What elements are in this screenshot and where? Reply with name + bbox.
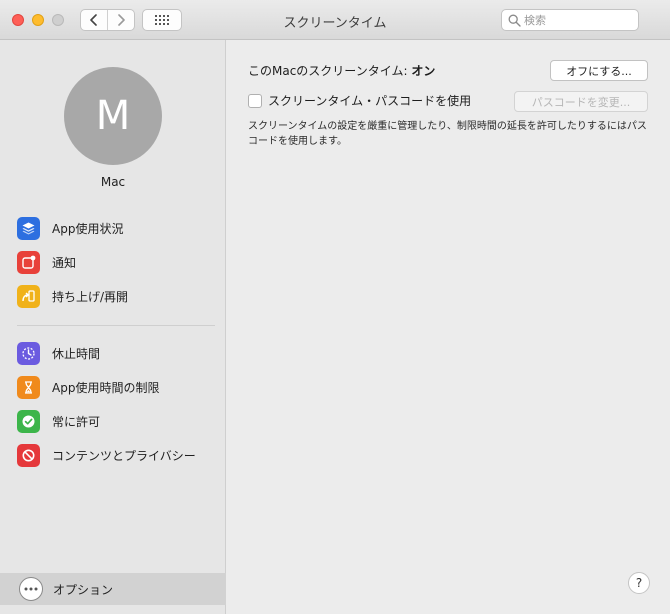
sidebar-item-pickups[interactable]: 持ち上げ/再開 bbox=[17, 282, 217, 310]
status-label: このMacのスクリーンタイム: bbox=[248, 64, 412, 78]
sidebar-divider bbox=[17, 325, 215, 326]
sidebar-item-app-limits[interactable]: App使用時間の制限 bbox=[17, 373, 217, 401]
sidebar-item-label: 休止時間 bbox=[52, 346, 101, 361]
sidebar-item-label: 通知 bbox=[52, 255, 77, 270]
sidebar-item-content-privacy[interactable]: コンテンツとプライバシー bbox=[17, 441, 217, 469]
turn-off-button[interactable]: オフにする... bbox=[550, 60, 648, 81]
pickup-icon bbox=[17, 284, 40, 308]
sidebar-item-label: 常に許可 bbox=[52, 414, 101, 429]
passcode-description: スクリーンタイムの設定を厳重に管理したり、制限時間の延長を許可したりするにはパス… bbox=[248, 121, 647, 147]
system-preferences-window: スクリーンタイム M Mac App使用状況 bbox=[0, 0, 670, 614]
checkmark-badge-icon bbox=[17, 409, 40, 433]
status-value: オン bbox=[411, 64, 436, 78]
layers-icon bbox=[17, 216, 40, 240]
passcode-checkbox[interactable] bbox=[248, 93, 262, 108]
avatar: M bbox=[64, 67, 162, 165]
passcode-checkbox-row[interactable]: スクリーンタイム・パスコードを使用 bbox=[248, 92, 471, 109]
options-label: オプション bbox=[53, 582, 114, 597]
sidebar-item-label: App使用時間の制限 bbox=[52, 380, 160, 395]
sidebar-item-options[interactable]: オプション bbox=[0, 573, 226, 605]
sidebar-item-notifications[interactable]: 通知 bbox=[17, 248, 217, 276]
passcode-checkbox-label: スクリーンタイム・パスコードを使用 bbox=[268, 94, 472, 108]
search-icon bbox=[508, 14, 521, 27]
sidebar-item-label: App使用状況 bbox=[52, 221, 124, 236]
main-panel: このMacのスクリーンタイム: オン オフにする... スクリーンタイム・パスコ… bbox=[227, 40, 670, 614]
sidebar-item-label: コンテンツとプライバシー bbox=[52, 448, 196, 463]
sidebar-item-app-usage[interactable]: App使用状況 bbox=[17, 214, 217, 242]
sidebar: M Mac App使用状況 通知 持ち上げ/再開 休止時間 App使用時間の制限… bbox=[0, 40, 226, 614]
sidebar-item-downtime[interactable]: 休止時間 bbox=[17, 339, 217, 367]
hourglass-icon bbox=[17, 375, 40, 399]
search-field[interactable] bbox=[501, 9, 639, 31]
sidebar-item-label: 持ち上げ/再開 bbox=[52, 289, 129, 304]
title-bar: スクリーンタイム bbox=[0, 0, 670, 40]
downtime-icon bbox=[17, 341, 40, 365]
sidebar-item-always-allowed[interactable]: 常に許可 bbox=[17, 407, 217, 435]
notification-icon bbox=[17, 250, 40, 274]
user-name: Mac bbox=[100, 175, 126, 189]
change-passcode-button: パスコードを変更... bbox=[514, 91, 648, 112]
help-button[interactable]: ? bbox=[628, 572, 650, 594]
search-input[interactable] bbox=[524, 12, 634, 28]
screen-time-status: このMacのスクリーンタイム: オン bbox=[248, 62, 435, 79]
more-options-icon bbox=[19, 577, 43, 601]
restrict-icon bbox=[17, 443, 40, 467]
